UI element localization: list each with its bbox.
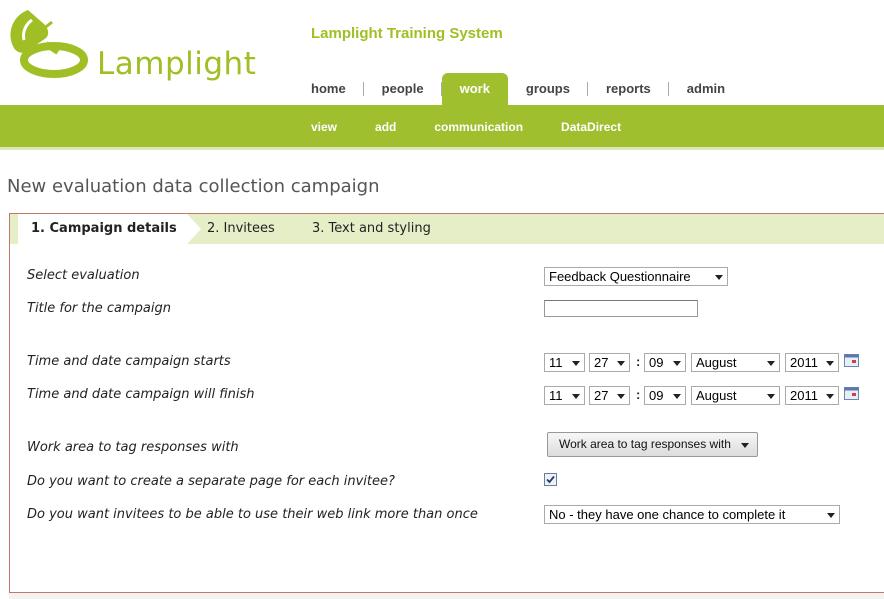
chevron-down-icon [826, 394, 834, 399]
start-day-value: 09 [649, 355, 664, 370]
separate-page-checkbox[interactable] [544, 473, 557, 486]
finish-hour-select[interactable]: 11 [544, 386, 585, 405]
finish-minute-value: 27 [594, 388, 609, 403]
start-hour-value: 11 [549, 355, 563, 370]
work-area-button[interactable]: Work area to tag responses with [547, 432, 758, 457]
start-hour-select[interactable]: 11 [544, 353, 585, 372]
checkbox-checked-icon [546, 475, 555, 484]
chevron-down-icon [741, 443, 749, 448]
finish-month-select[interactable]: August [691, 386, 780, 405]
time-separator: : [636, 387, 641, 402]
work-area-label: Work area to tag responses with [27, 440, 239, 455]
page-title: New evaluation data collection campaign [7, 176, 380, 197]
chevron-down-icon [826, 361, 834, 366]
nav-people[interactable]: people [364, 73, 442, 105]
start-day-select[interactable]: 09 [644, 353, 686, 372]
finish-hour-value: 11 [549, 388, 563, 403]
evaluation-select[interactable]: Feedback Questionnaire [544, 267, 728, 286]
subnav-add[interactable]: add [375, 120, 396, 134]
chevron-down-icon [673, 394, 681, 399]
start-month-value: August [696, 355, 737, 370]
finish-day-value: 09 [649, 388, 664, 403]
sub-navigation: view add communication DataDirect [311, 105, 659, 148]
time-separator: : [636, 354, 641, 369]
reuse-link-value: No - they have one chance to complete it [549, 507, 786, 522]
evaluation-select-value: Feedback Questionnaire [549, 269, 691, 284]
nav-reports[interactable]: reports [588, 73, 669, 105]
sub-navigation-bar: view add communication DataDirect [0, 105, 884, 150]
logo-text: Lamplight [97, 46, 257, 82]
nav-home[interactable]: home [293, 73, 364, 105]
top-navigation: home people work groups reports admin [293, 73, 743, 105]
subnav-datadirect[interactable]: DataDirect [561, 120, 621, 134]
chevron-down-icon [767, 394, 775, 399]
wizard-steps: 1. Campaign details 2. Invitees 3. Text … [10, 214, 884, 244]
step-text-styling[interactable]: 3. Text and styling [312, 214, 431, 244]
nav-work[interactable]: work [441, 73, 508, 105]
start-month-select[interactable]: August [691, 353, 780, 372]
step-campaign-details[interactable]: 1. Campaign details [18, 214, 201, 244]
chevron-down-icon [572, 361, 580, 366]
nav-groups[interactable]: groups [508, 73, 589, 105]
lamp-logo-icon [10, 10, 88, 78]
chevron-down-icon [673, 361, 681, 366]
reuse-link-select[interactable]: No - they have one chance to complete it [544, 505, 840, 524]
finish-year-value: 2011 [790, 388, 818, 403]
work-area-button-label: Work area to tag responses with [559, 437, 731, 451]
subnav-view[interactable]: view [311, 120, 337, 134]
start-date-label: Time and date campaign starts [27, 354, 231, 369]
select-evaluation-label: Select evaluation [27, 268, 140, 283]
finish-date-label: Time and date campaign will finish [27, 387, 255, 402]
nav-admin[interactable]: admin [669, 73, 743, 105]
subnav-communication[interactable]: communication [434, 120, 523, 134]
chevron-down-icon [767, 361, 775, 366]
step-invitees[interactable]: 2. Invitees [207, 214, 275, 244]
start-minute-value: 27 [594, 355, 609, 370]
site-title: Lamplight Training System [311, 25, 503, 42]
campaign-title-input[interactable] [544, 300, 698, 317]
lamplight-logo[interactable]: Lamplight [6, 8, 256, 82]
panel-footer-shadow [9, 593, 884, 599]
calendar-icon[interactable] [844, 387, 859, 400]
campaign-form-panel: 1. Campaign details 2. Invitees 3. Text … [9, 213, 884, 593]
calendar-icon[interactable] [844, 354, 859, 367]
finish-day-select[interactable]: 09 [644, 386, 686, 405]
finish-year-select[interactable]: 2011 [785, 386, 839, 405]
finish-minute-select[interactable]: 27 [589, 386, 630, 405]
finish-month-value: August [696, 388, 737, 403]
campaign-title-label: Title for the campaign [27, 301, 171, 316]
reuse-link-label: Do you want invitees to be able to use t… [27, 507, 478, 522]
chevron-down-icon [827, 513, 835, 518]
start-year-select[interactable]: 2011 [785, 353, 839, 372]
start-minute-select[interactable]: 27 [589, 353, 630, 372]
chevron-down-icon [715, 275, 723, 280]
chevron-down-icon [617, 394, 625, 399]
chevron-down-icon [572, 394, 580, 399]
separate-page-label: Do you want to create a separate page fo… [27, 474, 395, 489]
chevron-down-icon [617, 361, 625, 366]
start-year-value: 2011 [790, 355, 818, 370]
